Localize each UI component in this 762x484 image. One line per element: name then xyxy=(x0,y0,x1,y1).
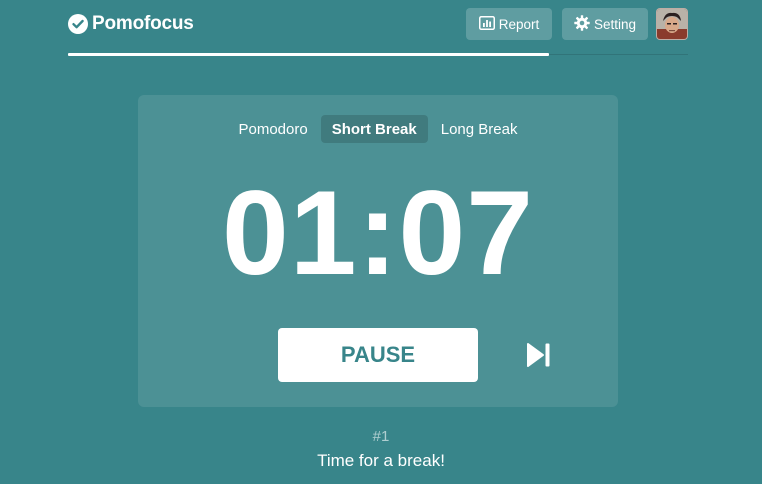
setting-label: Setting xyxy=(593,16,637,32)
logo[interactable]: Pomofocus xyxy=(68,13,194,35)
tab-long-break[interactable]: Long Break xyxy=(430,115,529,143)
pause-button[interactable]: PAUSE xyxy=(278,328,478,382)
session-counter: #1 xyxy=(372,428,390,445)
session-progress-fill xyxy=(68,53,550,56)
report-button[interactable]: Report xyxy=(466,8,552,40)
status-message: Time for a break! xyxy=(317,451,445,470)
mode-tabs: Pomodoro Short Break Long Break xyxy=(138,115,618,143)
timer-card: Pomodoro Short Break Long Break 01:07 PAUS… xyxy=(138,95,618,407)
setting-button[interactable]: Setting xyxy=(562,8,648,40)
app-name: Pomofocus xyxy=(92,13,194,34)
tab-pomodoro[interactable]: Pomodoro xyxy=(228,115,319,143)
app-page: Pomofocus Report Setting Pomodoro Short … xyxy=(0,0,762,484)
session-progress-bar xyxy=(68,53,688,56)
skip-next-icon[interactable] xyxy=(526,342,552,368)
bar-chart-icon xyxy=(478,15,495,33)
user-avatar[interactable] xyxy=(656,8,688,40)
timer-display: 01:07 xyxy=(222,166,534,300)
check-circle-icon xyxy=(68,14,88,34)
tab-short-break[interactable]: Short Break xyxy=(320,115,428,143)
header: Pomofocus Report Setting xyxy=(68,8,688,42)
gear-icon xyxy=(574,14,590,34)
report-label: Report xyxy=(498,16,540,32)
